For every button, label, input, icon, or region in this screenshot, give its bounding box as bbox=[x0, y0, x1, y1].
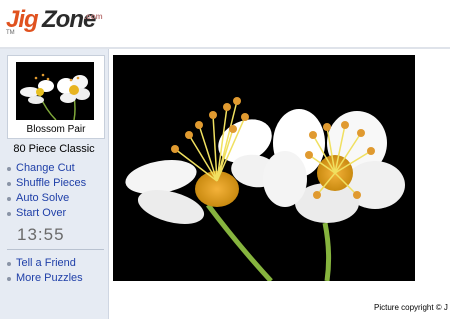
bullet-icon bbox=[7, 262, 11, 266]
header: Jig Zone .com TM bbox=[0, 0, 450, 47]
menu-item-start-over[interactable]: Start Over bbox=[7, 207, 107, 222]
menu-item-label: Start Over bbox=[16, 207, 67, 219]
logo-dotcom-text: .com bbox=[84, 12, 103, 21]
logo-tm-text: TM bbox=[6, 30, 15, 36]
picture-copyright: Picture copyright © J bbox=[374, 303, 448, 312]
menu-item-label: Change Cut bbox=[16, 162, 75, 174]
puzzle-thumbnail-card[interactable]: Blossom Pair bbox=[7, 55, 105, 139]
bullet-icon bbox=[7, 277, 11, 281]
piece-info: 80 Piece Classic bbox=[13, 143, 95, 155]
menu-item-change-cut[interactable]: Change Cut bbox=[7, 162, 107, 177]
bullet-icon bbox=[7, 197, 11, 201]
secondary-menu: Tell a Friend More Puzzles bbox=[7, 257, 107, 287]
sidebar-divider bbox=[7, 249, 104, 250]
thumbnail-caption: Blossom Pair bbox=[26, 124, 86, 135]
menu-item-more-puzzles[interactable]: More Puzzles bbox=[7, 272, 107, 287]
bullet-icon bbox=[7, 182, 11, 186]
menu-item-label: Auto Solve bbox=[16, 192, 70, 204]
menu-item-auto-solve[interactable]: Auto Solve bbox=[7, 192, 107, 207]
jigzone-logo[interactable]: Jig Zone .com TM bbox=[4, 2, 114, 42]
menu-item-label: Shuffle Pieces bbox=[16, 177, 87, 189]
blossom-thumbnail-image bbox=[16, 62, 94, 120]
menu-item-tell-a-friend[interactable]: Tell a Friend bbox=[7, 257, 107, 272]
menu-item-label: Tell a Friend bbox=[16, 257, 76, 269]
menu-item-label: More Puzzles bbox=[16, 272, 83, 284]
blossom-puzzle-image bbox=[113, 55, 415, 281]
puzzle-thumbnail[interactable] bbox=[16, 62, 94, 120]
puzzle-menu: Change Cut Shuffle Pieces Auto Solve Sta… bbox=[7, 162, 107, 222]
sidebar: Blossom Pair 80 Piece Classic Change Cut… bbox=[0, 49, 109, 319]
bullet-icon bbox=[7, 167, 11, 171]
puzzle-board[interactable] bbox=[113, 55, 415, 281]
puzzle-timer: 13:55 bbox=[17, 225, 65, 244]
bullet-icon bbox=[7, 212, 11, 216]
menu-item-shuffle-pieces[interactable]: Shuffle Pieces bbox=[7, 177, 107, 192]
